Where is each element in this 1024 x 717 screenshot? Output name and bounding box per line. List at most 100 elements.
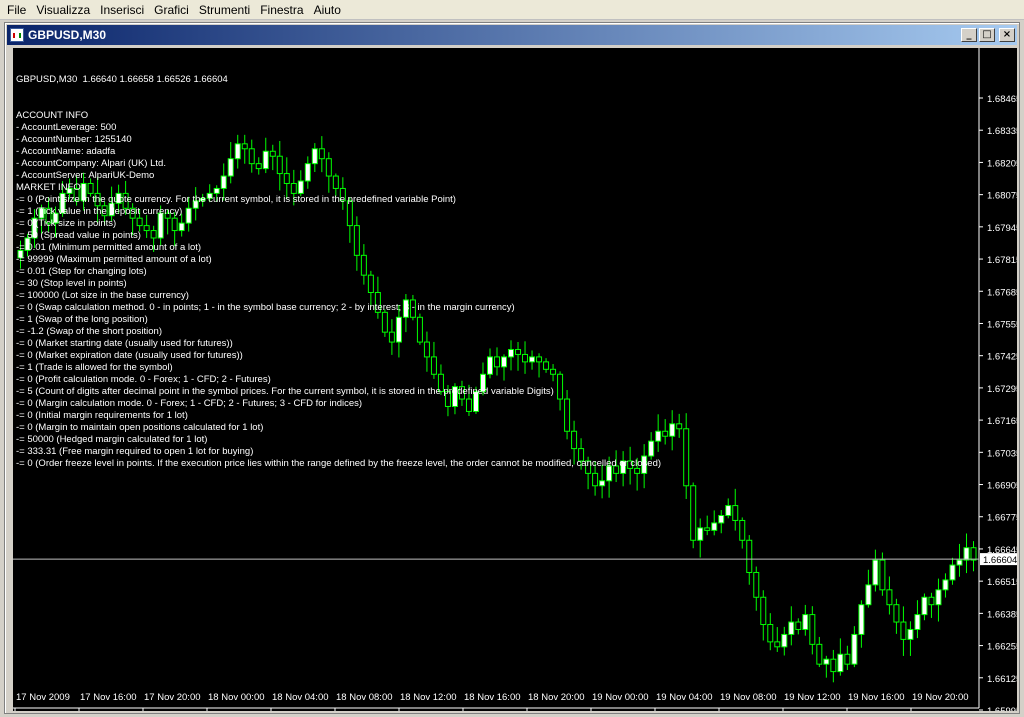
info-line: -= 30 (Stop level in points)	[16, 278, 127, 289]
x-tick-label: 19 Nov 04:00	[656, 692, 713, 703]
info-line: -= 0 (Profit calculation mode. 0 - Forex…	[16, 374, 271, 385]
y-tick-label: 1.67555	[987, 319, 1017, 330]
info-line: -= 0 (Order freeze level in points. If t…	[16, 458, 662, 469]
minimize-icon[interactable]: _	[961, 28, 977, 42]
candle-body	[690, 485, 697, 541]
candle-body	[795, 621, 802, 630]
y-tick-label: 1.66125	[987, 674, 1017, 685]
x-tick-label: 19 Nov 20:00	[912, 692, 969, 703]
y-tick-label: 1.66385	[987, 609, 1017, 620]
x-tick-label: 19 Nov 00:00	[592, 692, 649, 703]
info-line: -= 0 (Tick size in points)	[16, 218, 117, 229]
y-tick-label: 1.67295	[987, 384, 1017, 395]
info-line: -= 0.01 (Minimum permitted amount of a l…	[16, 242, 202, 253]
candle-body	[907, 628, 914, 640]
info-panel: GBPUSD,M30 1.66640 1.66658 1.66526 1.666…	[16, 50, 661, 494]
info-line: -= 99999 (Maximum permitted amount of a …	[16, 254, 212, 265]
y-tick-label: 1.66905	[987, 481, 1017, 492]
candle-body	[949, 564, 956, 581]
chart-plot-area[interactable]: 1.68465 1.68335 1.68205 1.68075 1.67945 1.678…	[13, 48, 1017, 711]
menu-finestra[interactable]: Finestra	[255, 0, 308, 20]
candle-body	[886, 589, 893, 606]
info-line: -= 0 (Margin calculation mode. 0 - Forex…	[16, 398, 363, 409]
y-tick-label: 1.65995	[987, 706, 1017, 711]
candle-body	[774, 641, 781, 648]
candle-body	[893, 604, 900, 623]
candle-body	[816, 643, 823, 665]
y-tick-label: 1.67425	[987, 352, 1017, 363]
x-tick-label: 18 Nov 20:00	[528, 692, 585, 703]
candle-body	[676, 423, 683, 430]
candle-body	[837, 653, 844, 673]
candle-body	[928, 596, 935, 606]
candle-body	[802, 614, 809, 630]
candle-body	[725, 505, 732, 516]
info-line: - AccountName: adadfa	[16, 146, 116, 157]
x-tick-label: 17 Nov 20:00	[144, 692, 201, 703]
info-line: -= 100000 (Lot size in the base currency…	[16, 290, 189, 301]
info-line: - AccountServer: AlpariUK-Demo	[16, 170, 155, 181]
y-tick-label: 1.67945	[987, 223, 1017, 234]
candle-body	[669, 423, 676, 437]
y-tick-label: 1.66775	[987, 513, 1017, 524]
candle-body	[956, 559, 963, 566]
candle-body	[697, 527, 704, 541]
candle-body	[921, 596, 928, 616]
symbol-ohlc-line: GBPUSD,M30 1.66640 1.66658 1.66526 1.666…	[16, 74, 228, 85]
candle-body	[942, 579, 949, 591]
x-tick-label: 18 Nov 12:00	[400, 692, 457, 703]
candle-body	[718, 514, 725, 524]
info-line: -= 333.31 (Free margin required to open …	[16, 446, 254, 457]
candle-body	[711, 522, 718, 531]
candle-body	[662, 430, 669, 437]
candle-body	[879, 559, 886, 591]
y-tick-label: 1.68465	[987, 94, 1017, 105]
menu-strumenti[interactable]: Strumenti	[194, 0, 255, 20]
info-line: - AccountLeverage: 500	[16, 122, 117, 133]
y-tick-label: 1.66515	[987, 577, 1017, 588]
info-line: -= 0 (Market expiration date (usually us…	[16, 350, 243, 361]
menu-visualizza[interactable]: Visualizza	[31, 0, 95, 20]
candle-body	[788, 621, 795, 635]
candle-body	[963, 547, 970, 561]
info-line: -= -1.2 (Swap of the short position)	[16, 326, 163, 337]
candle-body	[844, 653, 851, 665]
info-line: -= 50 (Spread value in points)	[16, 230, 141, 241]
candle-body	[858, 604, 865, 635]
candle-body	[970, 547, 977, 561]
y-tick-label: 1.68335	[987, 126, 1017, 137]
x-tick-label: 18 Nov 08:00	[336, 692, 393, 703]
menu-bar: File Visualizza Inserisci Grafici Strume…	[0, 0, 1024, 20]
x-tick-label: 17 Nov 16:00	[80, 692, 137, 703]
current-price-label: 1.66604	[983, 555, 1017, 566]
candle-body	[830, 658, 837, 673]
candle-body	[760, 596, 767, 626]
info-line: -= 0 (Margin to maintain open positions …	[16, 422, 264, 433]
menu-aiuto[interactable]: Aiuto	[309, 0, 346, 20]
menu-grafici[interactable]: Grafici	[149, 0, 194, 20]
window-title: GBPUSD,M30	[28, 28, 107, 42]
chart-window: GBPUSD,M30 _ □ × 1.684651.683351.682051.…	[4, 22, 1020, 714]
candle-body	[935, 589, 942, 606]
restore-icon[interactable]: □	[979, 28, 995, 42]
x-tick-label: 18 Nov 00:00	[208, 692, 265, 703]
menu-inserisci[interactable]: Inserisci	[95, 0, 149, 20]
x-tick-label: 19 Nov 12:00	[784, 692, 841, 703]
info-line: - AccountNumber: 1255140	[16, 134, 132, 145]
candle-body	[739, 519, 746, 541]
info-line: -= 0 (Point size in the quote currency. …	[16, 194, 456, 205]
candle-body	[746, 539, 753, 573]
info-line: -= 0 (Swap calculation method. 0 - in po…	[16, 302, 515, 313]
x-tick-label: 19 Nov 08:00	[720, 692, 777, 703]
info-line: MARKET INFO	[16, 182, 81, 193]
x-tick-label: 17 Nov 2009	[16, 692, 70, 703]
info-line: -= 0 (Initial margin requirements for 1 …	[16, 410, 188, 421]
candle-body	[851, 633, 858, 665]
info-lines: ACCOUNT INFO - AccountLeverage: 500- Acco…	[16, 110, 661, 470]
x-tick-label: 19 Nov 16:00	[848, 692, 905, 703]
window-titlebar[interactable]: GBPUSD,M30 _ □ ×	[7, 25, 1017, 45]
menu-file[interactable]: File	[2, 0, 31, 20]
candle-body	[753, 571, 760, 598]
candle-body	[767, 624, 774, 643]
close-icon[interactable]: ×	[999, 28, 1015, 42]
